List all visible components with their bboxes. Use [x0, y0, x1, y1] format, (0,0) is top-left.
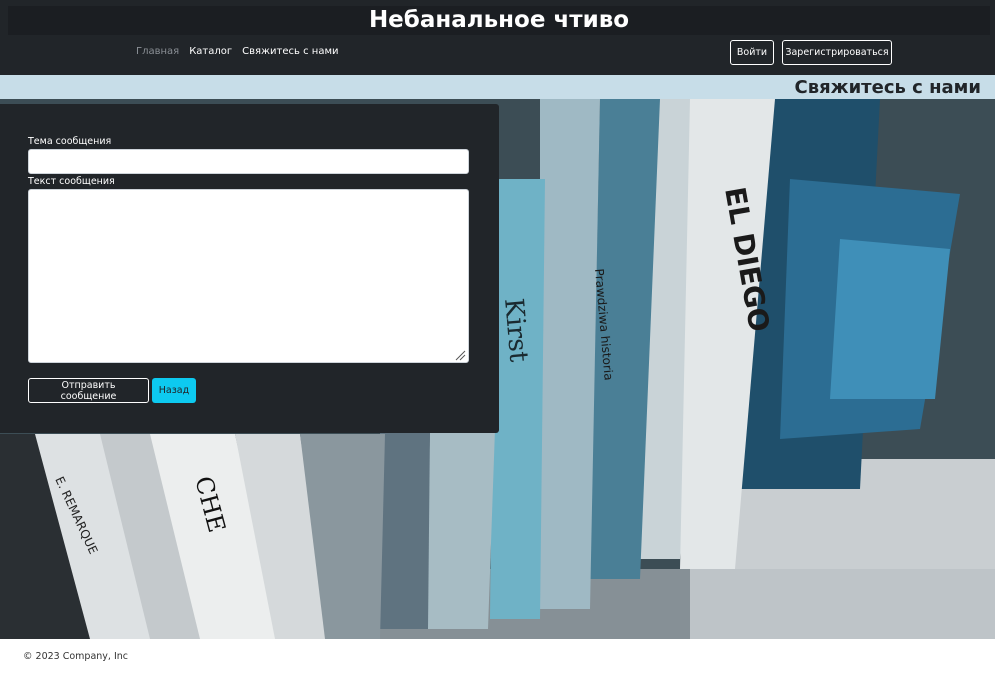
message-textarea[interactable]	[28, 189, 469, 363]
copyright-text: © 2023 Company, Inc	[23, 651, 128, 662]
nav-contact-link[interactable]: Свяжитесь с нами	[242, 46, 338, 57]
site-title: Небанальное чтиво	[8, 6, 990, 35]
register-button[interactable]: Зарегистрироваться	[782, 40, 892, 65]
nav-catalog-link[interactable]: Каталог	[189, 46, 232, 57]
page-title-bar: Свяжитесь с нами	[0, 75, 995, 99]
message-label: Текст сообщения	[28, 176, 115, 187]
send-message-button[interactable]: Отправить сообщение	[28, 378, 149, 403]
back-button[interactable]: Назад	[152, 378, 196, 403]
svg-text:Kirst: Kirst	[498, 297, 534, 364]
login-button[interactable]: Войти	[730, 40, 774, 65]
subject-input[interactable]	[28, 149, 469, 174]
subject-label: Тема сообщения	[28, 136, 112, 147]
page-title: Свяжитесь с нами	[794, 77, 982, 98]
footer: © 2023 Company, Inc	[0, 639, 995, 685]
contact-form-panel: Тема сообщения Текст сообщения Отправить…	[0, 104, 499, 433]
header: Небанальное чтиво Главная Каталог Свяжит…	[0, 0, 995, 75]
main-nav: Главная Каталог Свяжитесь с нами	[136, 46, 339, 57]
resize-grip-icon[interactable]	[455, 350, 466, 361]
nav-home-link[interactable]: Главная	[136, 46, 179, 57]
